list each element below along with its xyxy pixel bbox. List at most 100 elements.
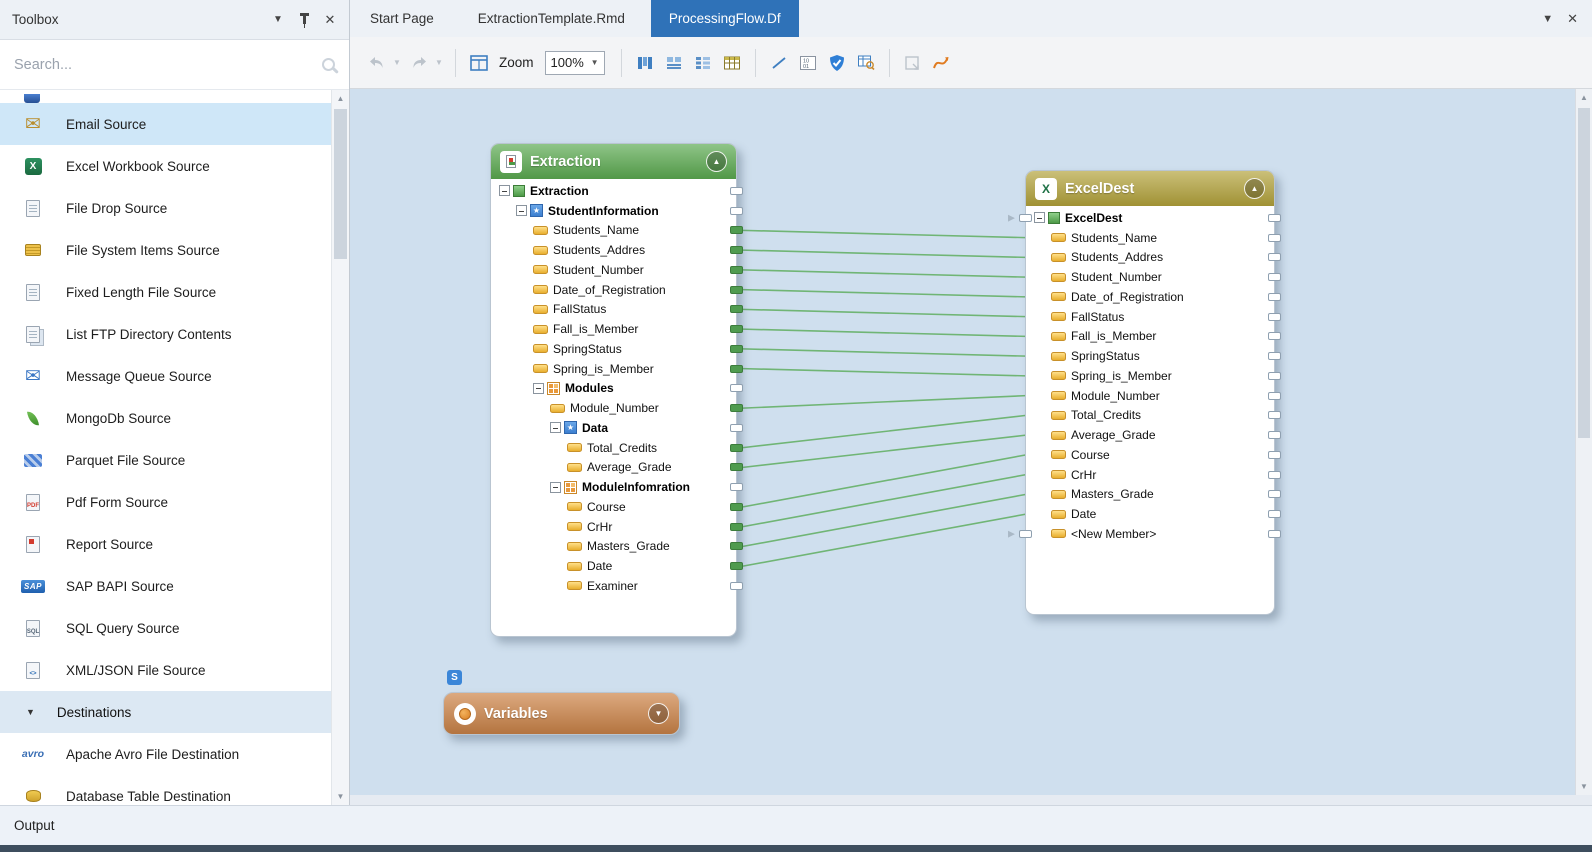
table-view-button[interactable] [719, 50, 745, 76]
extraction-node-header[interactable]: Extraction ▲ [491, 144, 736, 179]
ext-row-crhr[interactable]: CrHr [491, 517, 736, 537]
output-port[interactable] [1268, 530, 1281, 538]
output-port[interactable] [1268, 451, 1281, 459]
output-port[interactable] [730, 305, 743, 313]
expander-icon[interactable] [1034, 212, 1045, 223]
output-port[interactable] [1268, 431, 1281, 439]
output-port[interactable] [730, 266, 743, 274]
dst-row-fall-is-member[interactable]: Fall_is_Member [1026, 327, 1274, 347]
output-port[interactable] [730, 542, 743, 550]
output-port[interactable] [1268, 214, 1281, 222]
ext-row-data[interactable]: ★Data [491, 418, 736, 438]
output-port[interactable] [730, 562, 743, 570]
output-port[interactable] [730, 384, 743, 392]
close-document-icon[interactable]: ✕ [1567, 11, 1578, 27]
output-port[interactable] [730, 463, 743, 471]
redo-dropdown-icon[interactable]: ▼ [435, 58, 445, 67]
toolbox-item-xml-json-file-source[interactable]: <>XML/JSON File Source [0, 649, 331, 691]
output-port[interactable] [1268, 510, 1281, 518]
horizontal-layout-button[interactable] [661, 50, 687, 76]
variables-node[interactable]: Variables ▼ [443, 692, 680, 735]
preview-data-button[interactable] [853, 50, 879, 76]
exceldest-node-header[interactable]: X ExcelDest ▲ [1026, 171, 1274, 206]
fit-columns-button[interactable] [632, 50, 658, 76]
ext-row-course[interactable]: Course [491, 497, 736, 517]
output-port[interactable] [730, 345, 743, 353]
dst-row-spring-is-member[interactable]: Spring_is_Member [1026, 366, 1274, 386]
output-port[interactable] [1268, 471, 1281, 479]
dst-row-fallstatus[interactable]: FallStatus [1026, 307, 1274, 327]
dst-row-average-grade[interactable]: Average_Grade [1026, 425, 1274, 445]
expander-icon[interactable] [550, 422, 561, 433]
output-port[interactable] [1268, 392, 1281, 400]
dst-row-date-of-registration[interactable]: Date_of_Registration [1026, 287, 1274, 307]
horizontal-scroll-area[interactable] [350, 795, 1592, 805]
toolbox-item-excel-workbook-source[interactable]: XExcel Workbook Source [0, 145, 331, 187]
toolbox-item-file-system-items-source[interactable]: File System Items Source [0, 229, 331, 271]
scroll-up-icon[interactable]: ▲ [1576, 89, 1592, 106]
dataflow-canvas[interactable]: Extraction ▲ Extraction★StudentInformati… [350, 89, 1575, 795]
scroll-down-icon[interactable]: ▼ [1576, 778, 1592, 795]
search-input[interactable]: Search... [14, 57, 322, 73]
toolbox-item-message-queue-source[interactable]: ✉Message Queue Source [0, 355, 331, 397]
toolbox-search[interactable]: Search... [0, 40, 349, 90]
ext-row-fall-is-member[interactable]: Fall_is_Member [491, 319, 736, 339]
scrollbar-thumb[interactable] [334, 109, 347, 259]
output-port[interactable] [730, 404, 743, 412]
ext-row-students-name[interactable]: Students_Name [491, 221, 736, 241]
ext-row-examiner[interactable]: Examiner [491, 576, 736, 596]
close-icon[interactable]: ✕ [323, 13, 337, 27]
dst-row-students-name[interactable]: Students_Name [1026, 228, 1274, 248]
output-port[interactable] [730, 286, 743, 294]
toolbox-item-report-source[interactable]: Report Source [0, 523, 331, 565]
toolbox-item-email-source[interactable]: ✉Email Source [0, 103, 331, 145]
dst-row-exceldest[interactable]: ExcelDest▶ [1026, 208, 1274, 228]
output-port[interactable] [1268, 234, 1281, 242]
dst-row-total-credits[interactable]: Total_Credits [1026, 406, 1274, 426]
dst-row-students-addres[interactable]: Students_Addres [1026, 248, 1274, 268]
dst-row-crhr[interactable]: CrHr [1026, 465, 1274, 485]
dst-row-masters-grade[interactable]: Masters_Grade [1026, 485, 1274, 505]
output-port[interactable] [1268, 253, 1281, 261]
ext-row-date[interactable]: Date [491, 556, 736, 576]
output-port[interactable] [730, 523, 743, 531]
expand-node-icon[interactable]: ▼ [648, 703, 669, 724]
link-tool-button[interactable] [766, 50, 792, 76]
dst-row-springstatus[interactable]: SpringStatus [1026, 346, 1274, 366]
undo-button[interactable] [364, 50, 390, 76]
input-port[interactable] [1019, 214, 1032, 222]
output-port[interactable] [1268, 352, 1281, 360]
expand-button[interactable] [900, 50, 926, 76]
output-port[interactable] [1268, 293, 1281, 301]
zoom-window-icon[interactable] [466, 50, 492, 76]
scrollbar-thumb[interactable] [1578, 108, 1590, 438]
output-port[interactable] [1268, 490, 1281, 498]
zoom-select[interactable]: 100% ▼ [545, 51, 605, 75]
dst-row-module-number[interactable]: Module_Number [1026, 386, 1274, 406]
toolbox-item-file-drop-source[interactable]: File Drop Source [0, 187, 331, 229]
redo-button[interactable] [406, 50, 432, 76]
output-port[interactable] [1268, 313, 1281, 321]
toolbox-item-parquet-file-source[interactable]: Parquet File Source [0, 439, 331, 481]
ext-row-students-addres[interactable]: Students_Addres [491, 240, 736, 260]
output-port[interactable] [1268, 273, 1281, 281]
chevron-down-icon[interactable]: ▼ [271, 13, 285, 27]
ext-row-total-credits[interactable]: Total_Credits [491, 438, 736, 458]
output-port[interactable] [730, 187, 743, 195]
ext-row-fallstatus[interactable]: FallStatus [491, 300, 736, 320]
output-panel-button[interactable]: Output [14, 818, 55, 833]
verify-shield-button[interactable] [824, 50, 850, 76]
output-port[interactable] [1268, 411, 1281, 419]
auto-route-button[interactable] [929, 50, 955, 76]
toolbox-item-database-table-destination[interactable]: Database Table Destination [0, 775, 331, 805]
toolbox-item-sap-bapi-source[interactable]: SAPSAP BAPI Source [0, 565, 331, 607]
expander-icon[interactable] [516, 205, 527, 216]
collapse-node-icon[interactable]: ▲ [1244, 178, 1265, 199]
toolbox-item-mongodb-source[interactable]: MongoDb Source [0, 397, 331, 439]
tab-processing-flow[interactable]: ProcessingFlow.Df [651, 0, 799, 37]
ext-row-average-grade[interactable]: Average_Grade [491, 458, 736, 478]
output-port[interactable] [730, 246, 743, 254]
expander-icon[interactable] [499, 185, 510, 196]
output-port[interactable] [1268, 332, 1281, 340]
ext-row-extraction[interactable]: Extraction [491, 181, 736, 201]
